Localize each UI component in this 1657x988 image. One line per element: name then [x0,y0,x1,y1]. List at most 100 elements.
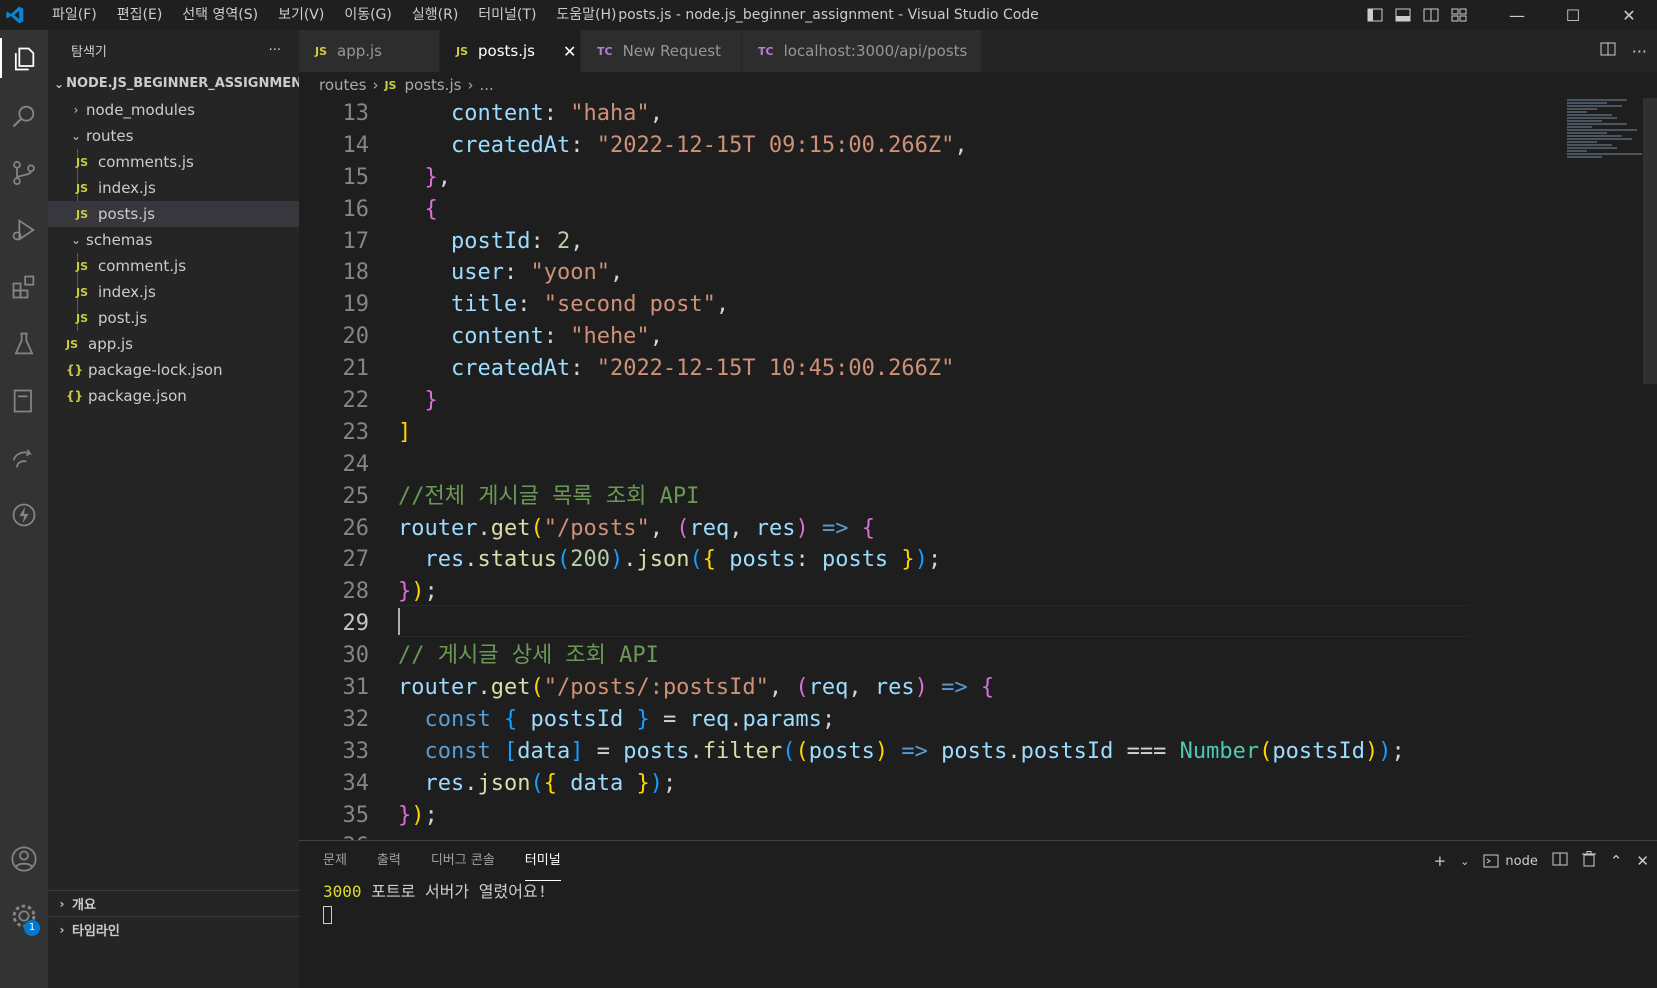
tree-file-package-json[interactable]: {} package.json [48,383,299,409]
tab-app-js[interactable]: JS app.js [299,30,440,72]
menu-edit[interactable]: 편집(E) [107,0,173,30]
terminal-cursor [323,905,332,924]
source-control-icon[interactable] [0,144,48,201]
menu-file[interactable]: 파일(F) [42,0,107,30]
tree-folder-node-modules[interactable]: › node_modules [48,97,299,123]
menu-terminal[interactable]: 터미널(T) [468,0,546,30]
menu-run[interactable]: 실행(R) [402,0,468,30]
thunder-client-icon[interactable] [0,486,48,543]
code-line: createdAt: "2022-12-15T 09:15:00.266Z", [450,132,968,158]
line-number: 28 [342,579,370,605]
breadcrumb-folder[interactable]: routes [319,76,366,94]
breadcrumb-chevron-icon: › [467,76,474,94]
kill-terminal-trash-icon[interactable] [1581,851,1596,871]
line-number: 13 [342,101,370,126]
terminal-instance[interactable]: node [1483,853,1538,869]
close-panel-icon[interactable]: ✕ [1636,852,1649,870]
live-share-icon[interactable] [0,429,48,486]
tree-folder-schemas[interactable]: ⌄ schemas [48,227,299,253]
code-line: content: "hehe", [450,324,663,350]
editor-more-actions-icon[interactable]: ··· [1632,42,1647,61]
tab-debug-console[interactable]: 디버그 콘솔 [431,841,495,881]
tree-label: routes [86,127,134,145]
project-folder-header[interactable]: ⌄ NODE.JS_BEGINNER_ASSIGNMENT [48,70,311,97]
line-number: 31 [342,675,370,701]
tab-label: posts.js [478,42,535,60]
tree-label: comment.js [98,257,187,275]
remote-explorer-icon[interactable] [0,372,48,429]
line-number: 18 [342,260,370,286]
close-window-button[interactable]: ✕ [1601,0,1657,30]
breadcrumb-file[interactable]: posts.js [404,76,461,94]
menu-view[interactable]: 보기(V) [268,0,334,30]
testing-icon[interactable] [0,315,48,372]
tab-posts-js[interactable]: JS posts.js ✕ [440,30,581,72]
json-file-icon: {} [66,389,84,403]
tab-problems[interactable]: 문제 [323,841,347,881]
code-line: } [424,388,438,414]
js-file-icon: JS [456,44,469,58]
accounts-icon[interactable] [0,830,48,887]
tab-output[interactable]: 출력 [377,841,401,881]
chevron-down-icon: ⌄ [70,129,82,143]
menu-selection[interactable]: 선택 영역(S) [172,0,268,30]
code-line: }); [398,579,438,605]
tree-label: comments.js [98,153,194,171]
tree-file-posts-js[interactable]: JS posts.js [48,201,299,227]
tree-file-app-js[interactable]: JS app.js [48,331,299,357]
tab-label: localhost:3000/api/posts [783,42,968,60]
close-tab-icon[interactable]: ✕ [563,42,576,61]
editor-scrollbar[interactable] [1643,98,1657,384]
code-line: //전체 게시글 목록 조회 API [398,483,700,509]
tree-file-routes-index-js[interactable]: JS index.js [48,175,299,201]
chevron-down-icon: ⌄ [54,76,65,91]
tree-label: post.js [98,309,148,327]
terminal-output[interactable]: 3000 포트로 서버가 열렸어요! [299,881,1657,925]
editor-tabs: JS app.js JS posts.js ✕ TC New Request T… [299,30,1657,72]
tree-file-comment-js[interactable]: JS comment.js [48,253,299,279]
minimap[interactable] [1567,98,1647,228]
tree-file-post-js[interactable]: JS post.js [48,305,299,331]
toggle-primary-sidebar-icon[interactable] [1365,6,1385,24]
terminal-name: node [1505,853,1538,869]
tree-file-comments-js[interactable]: JS comments.js [48,149,299,175]
line-number: 36 [299,831,370,840]
line-number: 16 [342,196,370,222]
js-file-icon: JS [384,78,397,92]
split-editor-icon[interactable] [1600,41,1616,61]
manage-gear-icon[interactable]: 1 [0,887,48,944]
extensions-icon[interactable] [0,258,48,315]
tree-label: posts.js [98,205,155,223]
project-name: NODE.JS_BEGINNER_ASSIGNMENT [66,76,311,91]
search-icon[interactable] [0,87,48,144]
tab-new-request[interactable]: TC New Request [581,30,742,72]
menu-help[interactable]: 도움말(H) [546,0,626,30]
code-line: const { postsId } = req.params; [424,706,836,732]
tab-localhost-api-posts[interactable]: TC localhost:3000/api/posts [742,30,982,72]
code-editor[interactable]: 13 14 15 16 17 18 19 20 21 22 23 24 25 2… [299,98,1657,840]
toggle-secondary-sidebar-icon[interactable] [1421,6,1441,24]
new-terminal-plus-icon[interactable]: + [1434,852,1447,870]
customize-layout-icon[interactable] [1449,6,1469,24]
breadcrumb-symbol[interactable]: ... [479,76,493,94]
explorer-more-actions-button[interactable]: ··· [269,43,281,58]
menu-go[interactable]: 이동(G) [334,0,402,30]
split-terminal-icon[interactable] [1552,851,1568,871]
timeline-section-header[interactable]: › 타임라인 [48,916,299,942]
tab-terminal[interactable]: 터미널 [524,841,561,881]
tree-folder-routes[interactable]: ⌄ routes [48,123,299,149]
minimize-button[interactable]: — [1489,0,1545,30]
line-number: 17 [342,228,370,254]
maximize-button[interactable]: ☐ [1545,0,1601,30]
maximize-panel-chevron-up-icon[interactable]: ⌃ [1610,852,1623,870]
tree-file-package-lock-json[interactable]: {} package-lock.json [48,357,299,383]
explorer-title: 탐색기 [71,44,107,60]
outline-section-header[interactable]: › 개요 [48,890,299,916]
run-debug-icon[interactable] [0,201,48,258]
tree-file-schemas-index-js[interactable]: JS index.js [48,279,299,305]
toggle-panel-icon[interactable] [1393,6,1413,24]
explorer-icon[interactable] [0,30,48,87]
js-file-icon: JS [76,285,89,299]
chevron-down-icon[interactable]: ⌄ [1460,855,1469,868]
